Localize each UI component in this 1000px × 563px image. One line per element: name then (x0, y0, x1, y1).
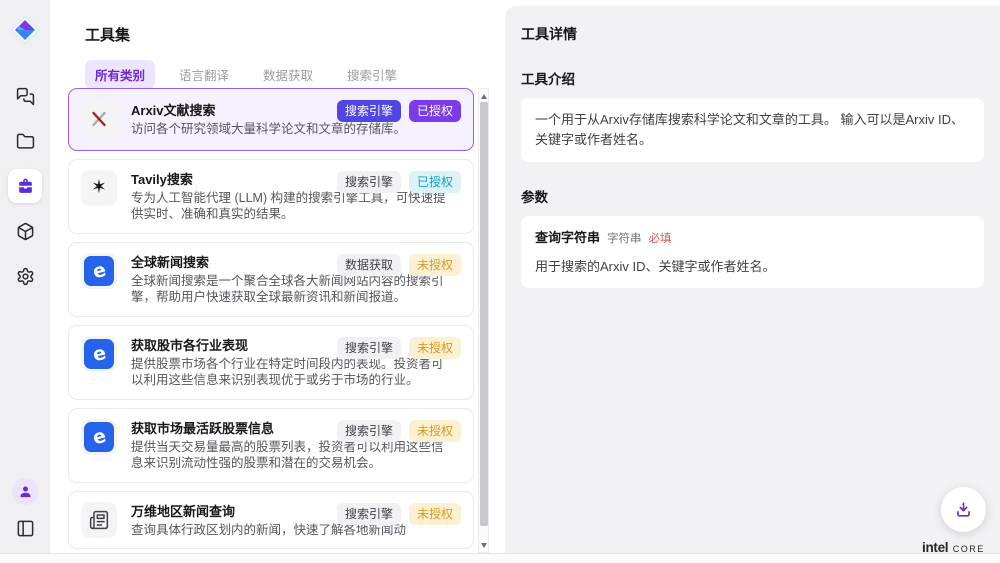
auth-status-badge: 未授权 (409, 254, 461, 276)
tool-badges: 搜索引擎 已授权 (337, 171, 461, 193)
list-scrollbar[interactable] (478, 88, 489, 553)
auth-status-badge: 已授权 (409, 171, 461, 193)
scrollbar-down-arrow-icon[interactable] (479, 539, 488, 551)
sidebar-nav (8, 79, 42, 293)
tool-list-item[interactable]: ✶ e 获取股市各行业表现 提供股票市场各个行业在特定时间段内的表现。投资者可以… (68, 325, 474, 400)
sidebar-bottom (11, 478, 39, 542)
category-badge: 搜索引擎 (337, 171, 401, 193)
newspaper-icon (89, 510, 109, 530)
category-badge: 搜索引擎 (337, 503, 401, 525)
auth-status-badge: 已授权 (409, 100, 461, 122)
diamond-logo-icon (7, 12, 43, 48)
user-avatar[interactable] (12, 478, 39, 505)
tool-badges: 数据获取 未授权 (337, 254, 461, 276)
tool-icon: ✶ e (81, 502, 117, 538)
tool-description: 提供当天交易量最高的股票列表，投资者可以利用这些信息来识别流动性强的股票和潜在的… (131, 439, 453, 472)
tool-list-item[interactable]: ✶ e 获取市场最活跃股票信息 提供当天交易量最高的股票列表，投资者可以利用这些… (68, 408, 474, 483)
sparkle-star-icon: ✶ (91, 178, 107, 197)
category-tabs: 所有类别 语言翻译 数据获取 搜索引擎 (85, 60, 407, 89)
app-logo (6, 11, 44, 49)
tool-description: 专为人工智能代理 (LLM) 构建的搜索引擎工具，可快速提供实时、准确和真实的结… (131, 190, 453, 223)
category-badge: 搜索引擎 (337, 420, 401, 442)
scrollbar-thumb[interactable] (480, 102, 488, 526)
tool-badges: 搜索引擎 未授权 (337, 337, 461, 359)
tab-data-fetch[interactable]: 数据获取 (253, 60, 323, 89)
app-window: 工具集 所有类别 语言翻译 数据获取 搜索引擎 ✶ e Arxiv文献搜索 访问… (0, 0, 1000, 563)
intro-text: 一个用于从Arxiv存储库搜索科学论文和文章的工具。 输入可以是Arxiv ID… (535, 112, 964, 147)
scrollbar-up-arrow-icon[interactable] (479, 90, 488, 102)
folder-icon (16, 132, 35, 151)
param-type: 字符串 (607, 229, 642, 249)
tool-list-item[interactable]: ✶ e 万维地区新闻查询 查询具体行政区划内的新闻，快速了解各地新闻动 搜索引擎… (68, 491, 474, 550)
sidebar-item-chat[interactable] (8, 79, 42, 113)
chat-bubbles-icon (16, 87, 35, 106)
aggregator-e-icon: e (84, 422, 114, 452)
sidebar (0, 0, 50, 553)
auth-status-badge: 未授权 (409, 503, 461, 525)
param-required-badge: 必填 (649, 229, 672, 249)
tool-list-item[interactable]: ✶ e 全球新闻搜索 全球新闻搜索是一个聚合全球各大新闻网站内容的搜索引擎，帮助… (68, 242, 474, 317)
sidebar-item-tools[interactable] (8, 169, 42, 203)
tool-detail-panel: 工具详情 工具介绍 一个用于从Arxiv存储库搜索科学论文和文章的工具。 输入可… (505, 6, 1000, 553)
download-button[interactable] (941, 487, 986, 532)
download-icon (954, 500, 973, 519)
category-badge: 搜索引擎 (337, 337, 401, 359)
intro-card: 一个用于从Arxiv存储库搜索科学论文和文章的工具。 输入可以是Arxiv ID… (521, 98, 984, 162)
category-badge: 数据获取 (337, 254, 401, 276)
panel-layout-icon (16, 519, 35, 538)
auth-status-badge: 未授权 (409, 420, 461, 442)
tool-icon: ✶ e (81, 101, 117, 137)
gear-icon (16, 267, 35, 286)
tool-icon: ✶ e (81, 253, 117, 289)
tool-badges: 搜索引擎 未授权 (337, 503, 461, 525)
sidebar-item-files[interactable] (8, 124, 42, 158)
tool-description: 提供股票市场各个行业在特定时间段内的表现。投资者可以利用这些信息来识别表现优于或… (131, 356, 453, 389)
tool-badges: 搜索引擎 已授权 (337, 100, 461, 122)
param-name: 查询字符串 (535, 228, 600, 248)
aggregator-e-icon: e (84, 256, 114, 286)
param-card: 查询字符串 字符串 必填 用于搜索的Arxiv ID、关键字或作者姓名。 (521, 216, 984, 288)
param-description: 用于搜索的Arxiv ID、关键字或作者姓名。 (535, 257, 970, 276)
sidebar-item-packages[interactable] (8, 214, 42, 248)
param-header-row: 查询字符串 字符串 必填 (535, 228, 970, 249)
auth-status-badge: 未授权 (409, 337, 461, 359)
sidebar-item-settings[interactable] (8, 259, 42, 293)
tab-all-categories[interactable]: 所有类别 (85, 60, 155, 89)
tool-badges: 搜索引擎 未授权 (337, 420, 461, 442)
category-badge: 搜索引擎 (337, 100, 401, 122)
tools-panel: 工具集 所有类别 语言翻译 数据获取 搜索引擎 ✶ e Arxiv文献搜索 访问… (50, 0, 505, 553)
intro-heading: 工具介绍 (521, 68, 984, 88)
tab-language-translation[interactable]: 语言翻译 (169, 60, 239, 89)
tool-icon: ✶ e (81, 336, 117, 372)
cube-icon (16, 222, 35, 241)
user-icon (18, 484, 33, 499)
detail-title: 工具详情 (521, 24, 984, 44)
aggregator-e-icon: e (84, 339, 114, 369)
tool-description: 访问各个研究领域大量科学论文和文章的存储库。 (131, 121, 406, 138)
tool-list: ✶ e Arxiv文献搜索 访问各个研究领域大量科学论文和文章的存储库。 搜索引… (68, 88, 474, 553)
tool-list-item[interactable]: ✶ e Arxiv文献搜索 访问各个研究领域大量科学论文和文章的存储库。 搜索引… (68, 88, 474, 151)
toolbox-icon (16, 177, 35, 196)
window-footer-strip (0, 553, 1000, 563)
params-heading: 参数 (521, 186, 984, 206)
tab-search-engine[interactable]: 搜索引擎 (337, 60, 407, 89)
tool-icon: ✶ e (81, 419, 117, 455)
tool-icon: ✶ e (81, 170, 117, 206)
tool-description: 全球新闻搜索是一个聚合全球各大新闻网站内容的搜索引擎，帮助用户快速获取全球最新资… (131, 273, 453, 306)
panel-toggle[interactable] (11, 514, 39, 542)
page-title: 工具集 (85, 24, 130, 45)
tool-list-item[interactable]: ✶ e Tavily搜索 专为人工智能代理 (LLM) 构建的搜索引擎工具，可快… (68, 159, 474, 234)
arxiv-icon (89, 109, 109, 129)
